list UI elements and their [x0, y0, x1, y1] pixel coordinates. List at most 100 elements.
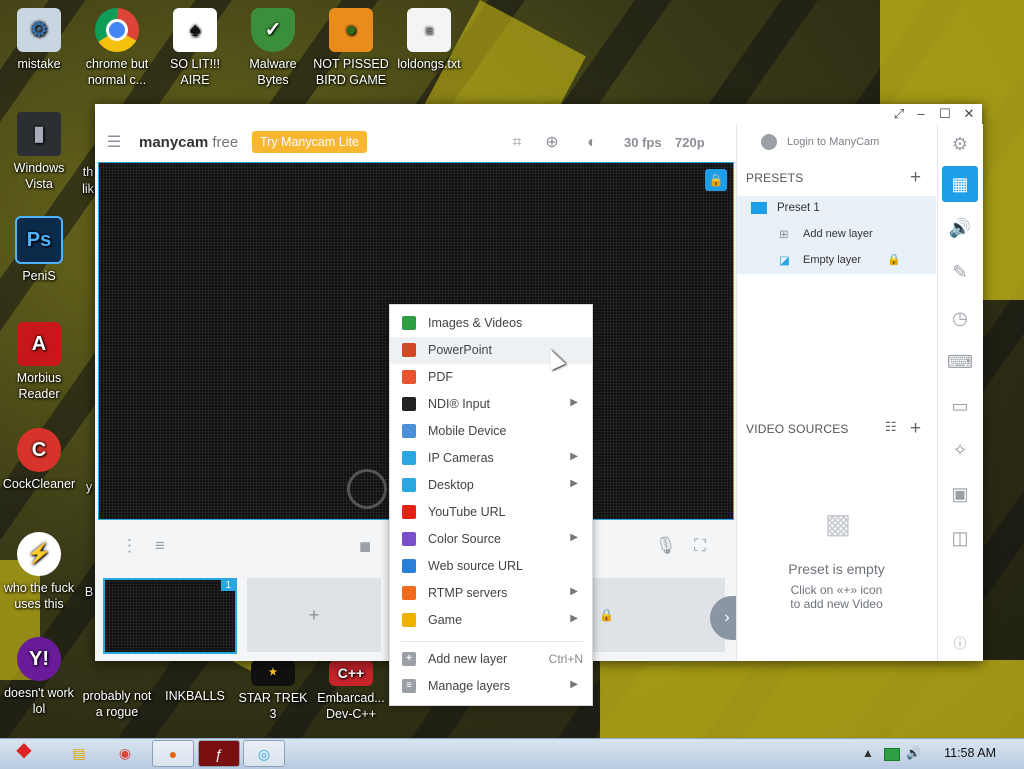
menu-item[interactable]: YouTube URL: [390, 499, 592, 526]
desktop-icon-label: Embarcad... Dev-C++: [317, 691, 385, 721]
empty-subtitle: Click on «+» icon to add new Video: [790, 583, 883, 611]
fullscreen-icon[interactable]: ⛶: [694, 536, 706, 556]
tray-expand-icon[interactable]: ▲: [862, 746, 874, 760]
fps-selector[interactable]: 30 fps: [624, 135, 662, 150]
desktop-icon-penis[interactable]: Ps PeniS: [0, 216, 78, 284]
menu-item[interactable]: Color Source ▶: [390, 526, 592, 553]
menu-item[interactable]: NDI® Input ▶: [390, 391, 592, 418]
effects-wand-icon[interactable]: ✧: [946, 436, 974, 464]
network-icon[interactable]: [884, 748, 900, 761]
menu-item-label: Color Source: [428, 532, 501, 546]
shield-icon: ✓: [251, 8, 295, 52]
cards-icon: ♠: [173, 8, 217, 52]
broadcast-icon[interactable]: ▭: [946, 392, 974, 420]
empty-layer-item[interactable]: ◪ Empty layer 🔒: [737, 248, 936, 272]
add-preset-thumb[interactable]: +: [247, 578, 381, 652]
widgets-icon[interactable]: ◫: [946, 524, 974, 552]
desktop-icon: [402, 478, 416, 492]
star-wars-icon: ★: [251, 660, 295, 686]
taskbar: ◆ ▤ ◉ ● ƒ ◎ ▲ 🔊 11:58 AM: [0, 738, 1024, 769]
microphone-icon[interactable]: 🎙: [655, 536, 677, 556]
chrome-taskbar-icon[interactable]: ◉: [104, 740, 146, 767]
start-button[interactable]: ◆: [4, 733, 44, 767]
no-video-icon: ▩: [824, 508, 852, 539]
lock-icon[interactable]: 🔒: [705, 169, 727, 191]
menu-item[interactable]: Game ▶: [390, 607, 592, 634]
menu-item[interactable]: Images & Videos: [390, 310, 592, 337]
explorer-taskbar-icon[interactable]: ▤: [58, 740, 100, 767]
menu-item[interactable]: Web source URL: [390, 553, 592, 580]
add-preset-icon[interactable]: +: [910, 167, 921, 189]
menu-item[interactable]: RTMP servers ▶: [390, 580, 592, 607]
close-button[interactable]: ✕: [960, 106, 978, 122]
desktop-icon-probably-not-rogue[interactable]: probably not a rogue: [78, 688, 156, 720]
desktop-icon-mistake[interactable]: ⚙ mistake: [0, 8, 78, 72]
mobile-icon: [402, 424, 416, 438]
desktop-icon-label: Malware Bytes: [249, 57, 297, 87]
settings-gear-icon[interactable]: ⚙: [946, 130, 974, 158]
add-layer-item[interactable]: ⊞ Add new layer: [737, 222, 936, 246]
pig-icon: ●: [329, 8, 373, 52]
menu-item[interactable]: Desktop ▶: [390, 472, 592, 499]
minimize-button[interactable]: –: [912, 106, 930, 122]
more-options-icon[interactable]: ⋮: [121, 536, 138, 556]
desktop-icon-malwarebytes[interactable]: ✓ Malware Bytes: [234, 8, 312, 88]
desktop-icon-inkballs[interactable]: INKBALLS: [156, 688, 234, 704]
desktop-icon-dev-cpp[interactable]: C++ Embarcad... Dev-C++: [312, 660, 390, 722]
desktop-icon-cockcleaner[interactable]: C CockCleaner: [0, 428, 78, 492]
menu-item[interactable]: Mobile Device: [390, 418, 592, 445]
clock[interactable]: 11:58 AM: [944, 746, 996, 760]
resolution-selector[interactable]: 720p: [675, 135, 705, 150]
menu-item-label: PowerPoint: [428, 343, 492, 357]
desktop-icon-solitaire[interactable]: ♠ SO LIT!!! AIRE: [156, 8, 234, 88]
desktop-icon-who-uses-this[interactable]: ⚡ who the fuck uses this: [0, 532, 78, 612]
brightness-icon[interactable]: ◐: [582, 133, 602, 153]
desktop-icon-label: STAR TREK 3: [238, 691, 308, 721]
locked-preset-thumb[interactable]: 🔒: [591, 578, 725, 652]
menu-item-add-new-layer[interactable]: + Add new layer Ctrl+N: [390, 646, 592, 673]
desktop-icon-windows-vista[interactable]: ▮ Windows Vista: [0, 112, 78, 192]
crop-icon[interactable]: ⌗: [507, 133, 527, 153]
layer-icon: ◪: [779, 255, 790, 267]
volume-icon[interactable]: 🔊: [906, 746, 921, 760]
menu-item[interactable]: IP Cameras ▶: [390, 445, 592, 472]
image-gallery-icon[interactable]: ▣: [946, 480, 974, 508]
hamburger-menu-icon[interactable]: ☰: [104, 133, 124, 153]
desktop-icon-yahoo[interactable]: Y! doesn't work lol: [0, 637, 78, 717]
desktop-icon-star-trek[interactable]: ★ STAR TREK 3: [234, 660, 312, 722]
preset-thumb-active[interactable]: 1: [103, 578, 237, 654]
add-video-source-icon[interactable]: +: [910, 418, 921, 440]
drawing-icon[interactable]: ✎: [946, 258, 974, 286]
restore-size-icon[interactable]: ⤢: [890, 106, 908, 122]
zoom-icon[interactable]: ⊕: [542, 133, 562, 153]
maximize-button[interactable]: ☐: [936, 106, 954, 122]
info-icon[interactable]: ⓘ: [946, 630, 974, 658]
desktop-icon-label: Windows Vista: [13, 161, 65, 191]
try-manycam-lite-button[interactable]: Try Manycam Lite: [252, 131, 367, 153]
history-icon[interactable]: ◷: [946, 304, 974, 332]
camera-icon[interactable]: ■: [359, 536, 371, 559]
audio-icon[interactable]: 🔊: [946, 214, 974, 242]
presets-tab-icon[interactable]: ▦: [942, 166, 978, 202]
desktop-icon-label: PeniS: [22, 269, 56, 283]
ip-camera-icon: [402, 451, 416, 465]
menu-item[interactable]: PDF: [390, 364, 592, 391]
desktop-icon-bird-game[interactable]: ● NOT PISSED BIRD GAME: [312, 8, 390, 88]
desktop-icon-chrome[interactable]: chrome but normal c...: [78, 8, 156, 88]
manycam-watermark-icon: [347, 469, 387, 509]
playlist-icon[interactable]: ≡: [155, 536, 165, 556]
menu-item-manage-layers[interactable]: ≡ Manage layers ▶: [390, 673, 592, 700]
flash-taskbar-icon[interactable]: ƒ: [198, 740, 240, 767]
desktop-icon-morbius-reader[interactable]: A Morbius Reader: [0, 322, 78, 402]
keyboard-icon[interactable]: ⌨: [946, 348, 974, 376]
manycam-taskbar-icon[interactable]: ◎: [243, 740, 285, 767]
sources-list-icon[interactable]: ☷: [885, 419, 897, 435]
preset-item[interactable]: Preset 1: [737, 196, 936, 220]
cleaner-icon: C: [17, 428, 61, 472]
lock-icon[interactable]: 🔒: [887, 253, 901, 266]
desktop-icon-loldongs[interactable]: ≡ loldongs.txt: [390, 8, 468, 72]
login-button[interactable]: Login to ManyCam: [761, 134, 879, 150]
menu-item-label: Mobile Device: [428, 424, 507, 438]
firefox-taskbar-icon[interactable]: ●: [152, 740, 194, 767]
text-file-icon: ≡: [407, 8, 451, 52]
